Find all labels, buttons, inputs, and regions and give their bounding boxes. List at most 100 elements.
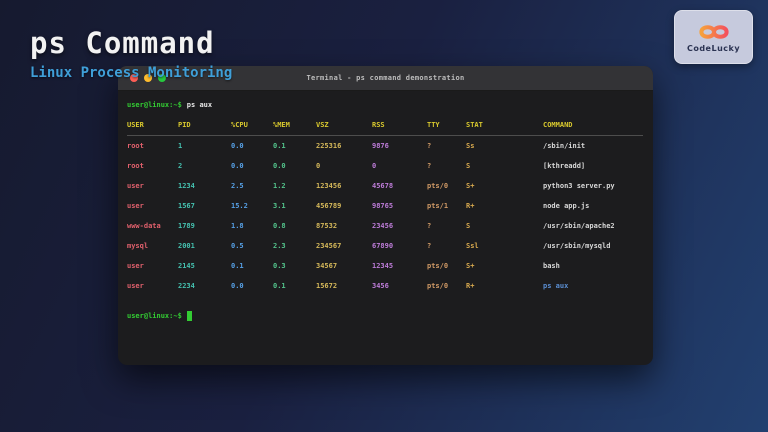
final-prompt-line[interactable]: user@linux:~$ <box>127 306 643 326</box>
process-cell-vsz: 34567 <box>316 262 338 270</box>
process-cell-user: www-data <box>127 222 161 230</box>
process-row: mysql 2001 0.5 2.3 234567 67890? Ssl/usr/sbin/… <box>127 236 643 256</box>
page-title: ps Command <box>30 26 215 60</box>
terminal-body[interactable]: user@linux:~$ ps aux USER PID %CPU %MEM … <box>118 91 653 326</box>
col-header-rss: RSS <box>372 121 385 129</box>
process-cell-cpu: 0.1 <box>231 262 244 270</box>
process-table-header: USER PID %CPU %MEM VSZ RSS TTY STAT COMM… <box>127 115 643 136</box>
process-cell-mem: 0.8 <box>273 222 286 230</box>
process-row: user 1234 2.5 1.2 123456 45678 pts/0 S+ python3 … <box>127 176 643 196</box>
process-cell-command: /sbin/init <box>543 142 586 150</box>
process-cell-command: python3 server.py <box>543 182 615 190</box>
terminal-window: Terminal - ps command demonstration user… <box>118 66 653 365</box>
process-cell-cpu: 1.8 <box>231 222 244 230</box>
process-cell-user: user <box>127 202 144 210</box>
process-cell-user: mysql <box>127 242 149 250</box>
process-cell-rss: 23456 <box>372 222 394 230</box>
process-cell-cpu: 15.2 <box>231 202 248 210</box>
process-cell-tty: pts/1 <box>427 202 449 210</box>
process-cell-stat: Ssl <box>466 242 479 250</box>
process-cell-command: node app.js <box>543 202 590 210</box>
process-cell-pid: 2001 <box>178 242 195 250</box>
process-cell-command: bash <box>543 262 560 270</box>
process-cell-cpu: 0.5 <box>231 242 244 250</box>
process-cell-tty: pts/0 <box>427 262 449 270</box>
process-cell-user: user <box>127 262 144 270</box>
col-header-stat: STAT <box>466 121 483 129</box>
process-cell-rss: 98765 <box>372 202 394 210</box>
col-header-mem: %MEM <box>273 121 290 129</box>
process-cell-stat: S+ <box>466 182 475 190</box>
process-cell-vsz: 234567 <box>316 242 342 250</box>
process-cell-mem: 0.0 <box>273 162 286 170</box>
process-row: www-data 1789 1.8 0.8 87532 23456? S/usr/sbin/… <box>127 216 643 236</box>
process-cell-pid: 2234 <box>178 282 195 290</box>
process-cell-command: /usr/sbin/mysqld <box>543 242 611 250</box>
process-cell-cpu: 0.0 <box>231 282 244 290</box>
process-cell-stat: R+ <box>466 282 475 290</box>
process-table-body: root 1 0.0 0.1 225316 9876? Ss/sbin/init root 2 0… <box>127 136 643 296</box>
command-line: user@linux:~$ ps aux <box>127 95 643 115</box>
process-row: user 2234 0.0 0.1 15672 3456 pts/0 R+ ps aux <box>127 276 643 296</box>
process-cell-stat: R+ <box>466 202 475 210</box>
shell-prompt: user@linux:~$ <box>127 312 182 320</box>
process-cell-pid: 1 <box>178 142 183 150</box>
process-cell-rss: 12345 <box>372 262 394 270</box>
process-row: user 2145 0.1 0.3 34567 12345 pts/0 S+ bash <box>127 256 643 276</box>
process-cell-vsz: 456789 <box>316 202 342 210</box>
process-cell-rss: 9876 <box>372 142 389 150</box>
process-cell-tty: ? <box>427 222 432 230</box>
col-header-cpu: %CPU <box>231 121 248 129</box>
page: ps Command Linux Process Monitoring Code… <box>0 0 768 432</box>
process-row: user 1567 15.2 3.1 456789 98765 pts/1 R+ node ap… <box>127 196 643 216</box>
col-header-pid: PID <box>178 121 191 129</box>
logo-label: CodeLucky <box>686 43 741 53</box>
process-cell-rss: 67890 <box>372 242 394 250</box>
process-cell-tty: ? <box>427 162 432 170</box>
process-cell-user: root <box>127 162 144 170</box>
codelucky-logo: CodeLucky <box>674 10 753 64</box>
process-cell-user: user <box>127 282 144 290</box>
process-cell-stat: S <box>466 162 471 170</box>
shell-command: ps aux <box>186 101 213 109</box>
process-cell-mem: 0.1 <box>273 282 286 290</box>
process-cell-tty: pts/0 <box>427 182 449 190</box>
col-header-tty: TTY <box>427 121 440 129</box>
process-cell-user: root <box>127 142 144 150</box>
process-cell-tty: ? <box>427 142 432 150</box>
process-cell-mem: 2.3 <box>273 242 286 250</box>
process-cell-user: user <box>127 182 144 190</box>
process-cell-pid: 1567 <box>178 202 195 210</box>
process-cell-pid: 2 <box>178 162 183 170</box>
process-cell-vsz: 123456 <box>316 182 342 190</box>
process-cell-vsz: 87532 <box>316 222 338 230</box>
process-cell-cpu: 2.5 <box>231 182 244 190</box>
process-cell-command: [kthreadd] <box>543 162 586 170</box>
process-cell-tty: pts/0 <box>427 282 449 290</box>
process-cell-tty: ? <box>427 242 432 250</box>
process-row: root 2 0.0 0.0 0 0? S [kthreadd] <box>127 156 643 176</box>
process-cell-pid: 1789 <box>178 222 195 230</box>
process-cell-vsz: 0 <box>316 162 321 170</box>
page-subtitle: Linux Process Monitoring <box>30 65 233 81</box>
process-cell-rss: 45678 <box>372 182 394 190</box>
process-cell-stat: Ss <box>466 142 475 150</box>
process-cell-stat: S+ <box>466 262 475 270</box>
process-cell-vsz: 225316 <box>316 142 342 150</box>
terminal-cursor <box>186 311 192 321</box>
process-cell-mem: 3.1 <box>273 202 286 210</box>
process-cell-cpu: 0.0 <box>231 142 244 150</box>
process-row: root 1 0.0 0.1 225316 9876? Ss/sbin/init <box>127 136 643 156</box>
shell-prompt: user@linux:~$ <box>127 101 182 109</box>
process-cell-command: ps aux <box>543 282 569 290</box>
infinity-icon <box>696 22 732 42</box>
col-header-user: USER <box>127 121 144 129</box>
process-cell-mem: 0.3 <box>273 262 286 270</box>
process-cell-stat: S <box>466 222 471 230</box>
process-cell-command: /usr/sbin/apache2 <box>543 222 615 230</box>
process-cell-rss: 0 <box>372 162 377 170</box>
process-cell-pid: 1234 <box>178 182 195 190</box>
col-header-command: COMMAND <box>543 121 573 129</box>
process-cell-cpu: 0.0 <box>231 162 244 170</box>
col-header-vsz: VSZ <box>316 121 329 129</box>
